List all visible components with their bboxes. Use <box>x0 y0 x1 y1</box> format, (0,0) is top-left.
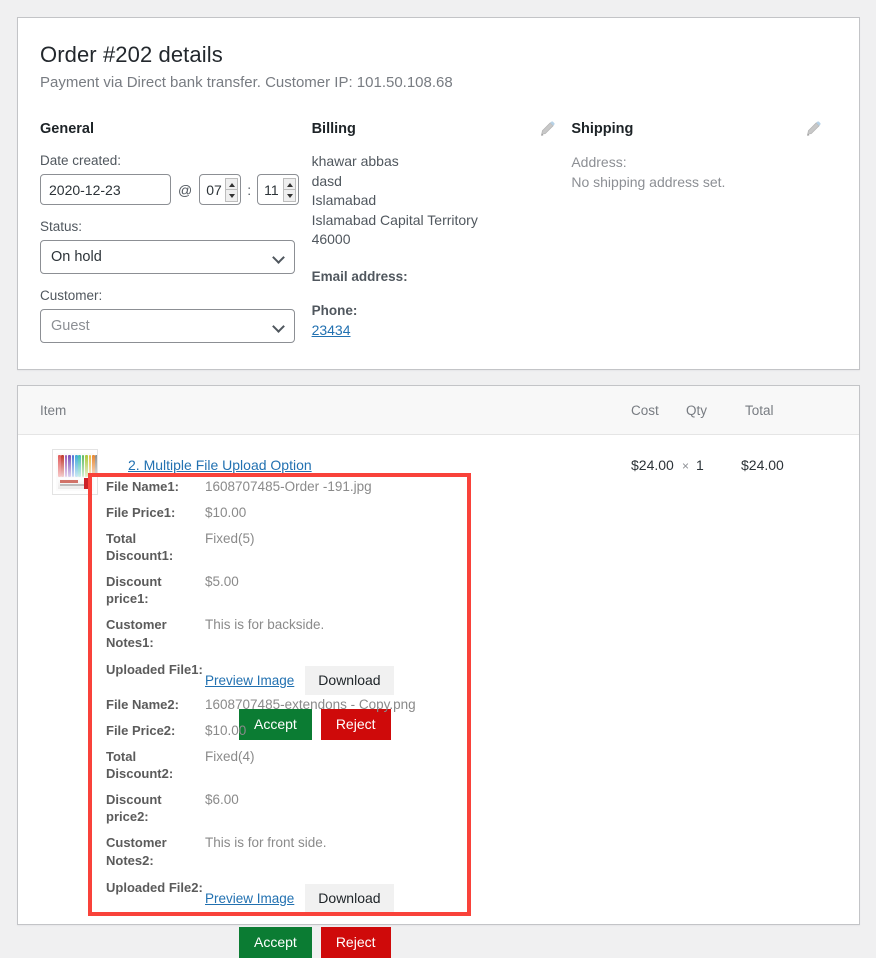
billing-address-line: 46000 <box>312 230 572 250</box>
discount-price-value: $6.00 <box>205 791 239 825</box>
minute-stepper[interactable]: 11 <box>257 174 299 205</box>
total-discount-value: Fixed(4) <box>205 748 255 782</box>
discount-price-row: Discount price2: $6.00 <box>106 791 416 825</box>
uploaded-file-row: Uploaded File2: Preview Image Download A… <box>106 879 416 958</box>
minute-value: 11 <box>258 182 282 198</box>
total-discount-value: Fixed(5) <box>205 530 255 564</box>
billing-address-line: Islamabad Capital Territory <box>312 211 572 231</box>
billing-email-label: Email address: <box>312 267 572 286</box>
shipping-heading: Shipping <box>571 120 837 138</box>
file-name-label: File Name1: <box>106 478 205 495</box>
table-row: 2. Multiple File Upload Option $24.00 × … <box>18 435 859 449</box>
product-name-link[interactable]: 2. Multiple File Upload Option <box>128 457 312 473</box>
hour-value: 07 <box>200 182 224 198</box>
billing-address-line: khawar abbas <box>312 152 572 172</box>
file-name-value: 1608707485-extendons - Copy.png <box>205 696 416 713</box>
customer-notes-value: This is for backside. <box>205 616 324 652</box>
pencil-icon[interactable] <box>539 121 555 137</box>
discount-price-label: Discount price1: <box>106 573 205 607</box>
minute-decrement-button[interactable] <box>283 190 296 202</box>
file-price-row: File Price1: $10.00 <box>106 504 394 521</box>
accept-button[interactable]: Accept <box>239 927 312 958</box>
uploaded-file-details-2: File Name2: 1608707485-extendons - Copy.… <box>106 696 416 958</box>
date-created-input[interactable] <box>40 174 171 205</box>
items-table-header: Item Cost Qty Total <box>18 386 859 435</box>
download-button[interactable]: Download <box>305 884 393 913</box>
preview-image-link[interactable]: Preview Image <box>205 891 294 906</box>
column-header-cost: Cost <box>631 403 659 418</box>
customer-notes-label: Customer Notes2: <box>106 834 205 870</box>
general-heading: General <box>40 120 312 138</box>
hour-increment-button[interactable] <box>225 178 238 190</box>
customer-notes-label: Customer Notes1: <box>106 616 205 652</box>
general-column: General Date created: @ 07 : <box>40 120 312 356</box>
order-columns: General Date created: @ 07 : <box>40 120 837 356</box>
status-select[interactable]: On hold <box>40 240 295 274</box>
shipping-column: Shipping Address: No shipping address se… <box>571 120 837 356</box>
file-price-label: File Price1: <box>106 504 205 521</box>
date-created-label: Date created: <box>40 152 312 169</box>
page-root: Order #202 details Payment via Direct ba… <box>0 0 876 949</box>
multiply-symbol: × <box>682 459 689 473</box>
discount-price-value: $5.00 <box>205 573 239 607</box>
reject-button[interactable]: Reject <box>321 927 391 958</box>
discount-price-label: Discount price2: <box>106 791 205 825</box>
minute-stepper-buttons[interactable] <box>283 178 296 202</box>
order-details-card: Order #202 details Payment via Direct ba… <box>17 17 860 370</box>
customer-label: Customer: <box>40 287 312 304</box>
minute-increment-button[interactable] <box>283 178 296 190</box>
hour-stepper-buttons[interactable] <box>225 178 238 202</box>
uploaded-file-actions: Preview Image Download Accept Reject <box>205 879 394 958</box>
item-cost: $24.00 <box>631 457 674 473</box>
date-created-row: @ 07 : 11 <box>40 174 312 205</box>
hour-stepper[interactable]: 07 <box>199 174 241 205</box>
product-thumbnail <box>52 449 98 495</box>
chevron-down-icon <box>272 320 285 333</box>
file-price-value: $10.00 <box>205 722 246 739</box>
page-title: Order #202 details <box>40 40 837 70</box>
customer-notes-value: This is for front side. <box>205 834 327 870</box>
billing-address-line: dasd <box>312 172 572 192</box>
item-qty: 1 <box>696 457 704 473</box>
file-price-label: File Price2: <box>106 722 205 739</box>
billing-column: Billing khawar abbas dasd Islamabad Isla… <box>312 120 572 356</box>
billing-phone-value[interactable]: 23434 <box>312 320 572 340</box>
customer-notes-row: Customer Notes1: This is for backside. <box>106 616 394 652</box>
shipping-address-label: Address: <box>571 152 837 172</box>
billing-address-line: Islamabad <box>312 191 572 211</box>
customer-select[interactable]: Guest <box>40 309 295 343</box>
customer-value: Guest <box>41 318 90 334</box>
total-discount-row: Total Discount2: Fixed(4) <box>106 748 416 782</box>
shipping-address-value: No shipping address set. <box>571 172 837 192</box>
uploaded-file-label: Uploaded File2: <box>106 879 205 958</box>
order-subtitle: Payment via Direct bank transfer. Custom… <box>40 72 837 94</box>
status-label: Status: <box>40 218 312 235</box>
billing-address: khawar abbas dasd Islamabad Islamabad Ca… <box>312 152 572 250</box>
billing-phone-label: Phone: <box>312 301 572 320</box>
item-total: $24.00 <box>741 457 784 473</box>
chevron-down-icon <box>272 251 285 264</box>
file-name-label: File Name2: <box>106 696 205 713</box>
total-discount-row: Total Discount1: Fixed(5) <box>106 530 394 564</box>
download-button[interactable]: Download <box>305 666 393 695</box>
file-name-value: 1608707485-Order -191.jpg <box>205 478 372 495</box>
column-header-qty: Qty <box>686 403 707 418</box>
column-header-total: Total <box>745 403 774 418</box>
status-value: On hold <box>41 249 102 265</box>
file-name-row: File Name1: 1608707485-Order -191.jpg <box>106 478 394 495</box>
file-price-value: $10.00 <box>205 504 246 521</box>
pencil-icon[interactable] <box>805 121 821 137</box>
file-name-row: File Name2: 1608707485-extendons - Copy.… <box>106 696 416 713</box>
total-discount-label: Total Discount2: <box>106 748 205 782</box>
column-header-item: Item <box>40 403 66 418</box>
file-price-row: File Price2: $10.00 <box>106 722 416 739</box>
billing-heading: Billing <box>312 120 572 138</box>
hour-decrement-button[interactable] <box>225 190 238 202</box>
at-symbol: @ <box>178 182 192 198</box>
time-separator: : <box>247 182 251 198</box>
discount-price-row: Discount price1: $5.00 <box>106 573 394 607</box>
preview-image-link[interactable]: Preview Image <box>205 673 294 688</box>
total-discount-label: Total Discount1: <box>106 530 205 564</box>
customer-notes-row: Customer Notes2: This is for front side. <box>106 834 416 870</box>
